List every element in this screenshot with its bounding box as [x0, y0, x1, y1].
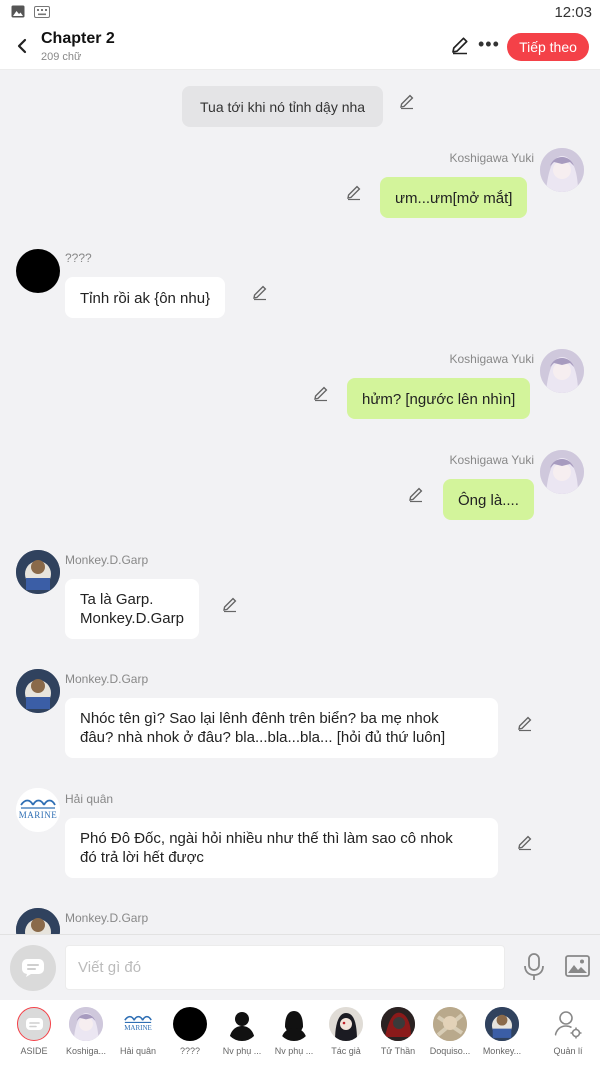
character-label: Tác giả [331, 1046, 361, 1056]
avatar [69, 1007, 103, 1041]
image-icon[interactable] [565, 955, 590, 982]
character-label: ???? [179, 1046, 201, 1056]
character-koshigawa-yuki[interactable]: Koshiga... [61, 1007, 111, 1056]
avatar-koshigawa-yuki[interactable] [540, 148, 584, 192]
avatar-monkey-d-garp[interactable] [16, 669, 60, 713]
silhouette-icon [229, 1012, 255, 1041]
edit-message-icon[interactable] [516, 833, 534, 851]
message-line: đó trả lời hết được [80, 849, 204, 866]
chevron-left-icon [17, 38, 27, 54]
message-line: Ta là Garp. [80, 591, 154, 608]
sender-name: Monkey.D.Garp [65, 553, 149, 567]
word-count: 209 chữ [41, 51, 82, 63]
message-bubble: hửm? [ngước lên nhìn] [347, 378, 531, 419]
user-settings-icon [554, 1011, 582, 1039]
message-line: Monkey.D.Garp [80, 610, 184, 627]
message-line: Phó Đô Đốc, ngài hỏi nhiều như thế thì l… [80, 830, 453, 847]
marine-logo-text: MARINE [124, 1024, 152, 1032]
avatar [173, 1007, 207, 1041]
character-label: Koshiga... [65, 1046, 107, 1056]
avatar [485, 1007, 519, 1041]
character-unknown[interactable]: ???? [165, 1007, 215, 1056]
character-label: Hải quân [119, 1046, 157, 1056]
character-monkey-d-garp[interactable]: Monkey... [477, 1007, 527, 1056]
back-button[interactable] [10, 34, 34, 58]
avatar-monkey-d-garp[interactable] [16, 908, 60, 934]
character-label: Monkey... [482, 1046, 522, 1056]
marine-logo-text: MARINE [18, 810, 58, 820]
message-input-wrapper [65, 945, 505, 990]
avatar [329, 1007, 363, 1041]
message-bubble: Ta là Garp. Monkey.D.Garp [65, 579, 199, 639]
message-line: đâu? nhà nhok ở đâu? bla...bla...bla... … [80, 729, 446, 746]
character-label: Doquiso... [429, 1046, 471, 1056]
avatar-koshigawa-yuki[interactable] [540, 450, 584, 494]
character-hai-quan[interactable]: MARINE Hải quân [113, 1007, 163, 1056]
chat-bubble-icon [26, 1018, 43, 1030]
avatar [381, 1007, 415, 1041]
top-app-bar: Chapter 2 209 chữ ••• Tiếp theo [0, 24, 600, 70]
composer-bar [0, 934, 600, 1000]
message-bubble: Phó Đô Đốc, ngài hỏi nhiều như thế thì l… [65, 818, 498, 878]
message-bubble: Nhóc tên gì? Sao lại lênh đênh trên biển… [65, 698, 498, 758]
silhouette-icon [281, 1011, 307, 1041]
avatar-monkey-d-garp[interactable] [16, 550, 60, 594]
image-notification-icon [11, 5, 25, 23]
manage-characters-button[interactable]: Quản lí [543, 1007, 593, 1056]
character-author[interactable]: Tác giả [321, 1007, 371, 1056]
avatar [433, 1007, 467, 1041]
sender-name: Monkey.D.Garp [65, 672, 149, 686]
sender-name: Monkey.D.Garp [65, 911, 149, 925]
character-side-2[interactable]: Nv phụ ... [269, 1007, 319, 1056]
aside-toggle-button[interactable] [10, 945, 56, 991]
sender-name: Koshigawa Yuki [449, 453, 534, 467]
character-label: Nv phụ ... [274, 1046, 314, 1056]
character-label: Quản lí [553, 1046, 583, 1056]
avatar [551, 1007, 585, 1041]
character-strip: ASIDE Koshiga... MARINE Hải quân ???? Nv… [0, 1000, 600, 1067]
edit-message-icon[interactable] [398, 92, 416, 110]
keyboard-icon [34, 5, 50, 23]
character-aside[interactable]: ASIDE [9, 1007, 59, 1056]
avatar: MARINE [121, 1007, 155, 1041]
narration-bubble: Tua tới khi nó tỉnh dậy nha [182, 86, 384, 127]
avatar [225, 1007, 259, 1041]
sender-name: Hải quân [65, 792, 114, 806]
avatar-unknown[interactable] [16, 249, 60, 293]
chat-area[interactable]: Tua tới khi nó tỉnh dậy nha Koshigawa Yu… [0, 70, 600, 934]
sender-name: Koshigawa Yuki [449, 151, 534, 165]
more-options-icon[interactable]: ••• [478, 34, 500, 55]
edit-icon[interactable] [450, 35, 470, 60]
next-button[interactable]: Tiếp theo [507, 33, 589, 61]
edit-message-icon[interactable] [221, 595, 239, 613]
message-bubble: Ông là.... [443, 479, 534, 520]
message-line: Nhóc tên gì? Sao lại lênh đênh trên biển… [80, 710, 439, 727]
edit-message-icon[interactable] [407, 485, 425, 503]
chapter-title: Chapter 2 [41, 30, 115, 47]
aside-avatar [17, 1007, 51, 1041]
character-tu-than[interactable]: Tử Thần [373, 1007, 423, 1056]
avatar-hai-quan[interactable]: MARINE [16, 788, 60, 832]
sender-name: Koshigawa Yuki [449, 352, 534, 366]
message-bubble: Tỉnh rồi ak {ôn nhu} [65, 277, 226, 318]
character-side-1[interactable]: Nv phụ ... [217, 1007, 267, 1056]
sender-name: ???? [65, 251, 92, 265]
edit-message-icon[interactable] [345, 183, 363, 201]
character-doquiso[interactable]: Doquiso... [425, 1007, 475, 1056]
clock: 12:03 [554, 4, 592, 21]
chat-bubble-icon [22, 959, 44, 977]
avatar [277, 1007, 311, 1041]
edit-message-icon[interactable] [312, 384, 330, 402]
character-label: Tử Thần [380, 1046, 416, 1056]
character-label: Nv phụ ... [222, 1046, 262, 1056]
status-bar: 12:03 [0, 0, 600, 24]
character-label: ASIDE [20, 1046, 48, 1056]
message-bubble: ưm...ưm[mở mắt] [380, 177, 528, 218]
message-input[interactable] [66, 946, 504, 989]
edit-message-icon[interactable] [516, 714, 534, 732]
microphone-icon[interactable] [523, 953, 545, 986]
edit-message-icon[interactable] [251, 283, 269, 301]
avatar-koshigawa-yuki[interactable] [540, 349, 584, 393]
